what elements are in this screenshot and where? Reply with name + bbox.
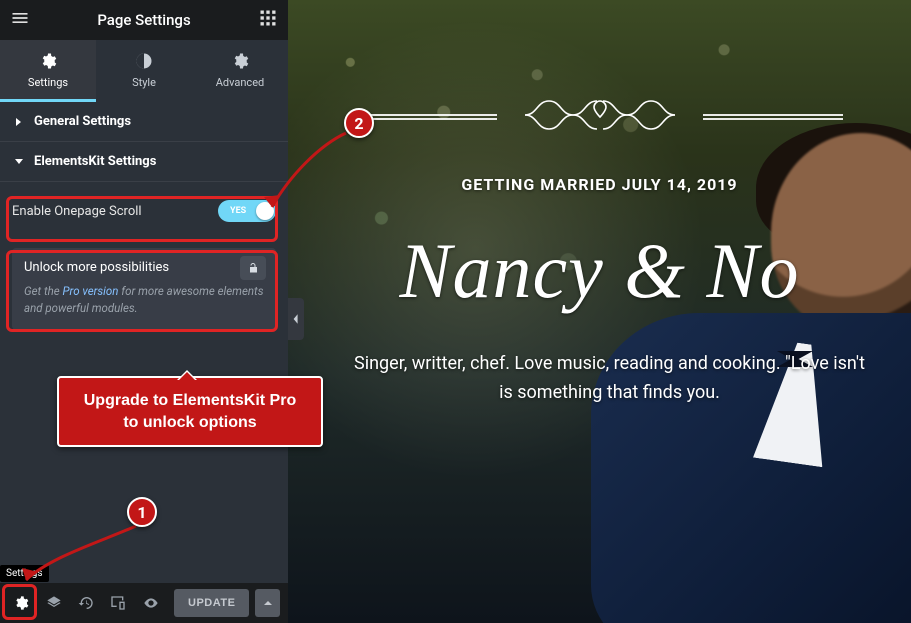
- promo-heading: Unlock more possibilities: [24, 260, 264, 275]
- annotation-callout: Upgrade to ElementsKit Pro to unlock opt…: [57, 376, 323, 447]
- section-title: General Settings: [34, 114, 131, 129]
- tab-advanced[interactable]: Advanced: [192, 40, 288, 102]
- update-button[interactable]: UPDATE: [174, 589, 249, 617]
- hero-content: GETTING MARRIED JULY 14, 2019 Nancy & No…: [288, 0, 911, 408]
- unlock-button[interactable]: [240, 256, 266, 280]
- pro-version-link[interactable]: Pro version: [63, 284, 119, 298]
- sidebar-topbar: Page Settings: [0, 0, 288, 40]
- pro-promo-box: Unlock more possibilities Get the Pro ve…: [12, 248, 276, 330]
- tab-label: Style: [132, 76, 156, 89]
- hero-date: GETTING MARRIED JULY 14, 2019: [288, 175, 911, 194]
- unlock-icon: [247, 262, 259, 274]
- annotation-badge-1: 1: [127, 497, 157, 527]
- ornament-line-left: [357, 114, 497, 120]
- responsive-icon: [110, 595, 126, 611]
- caret-up-icon: [263, 598, 273, 608]
- annotation-callout-text: Upgrade to ElementsKit Pro to unlock opt…: [84, 392, 296, 431]
- promo-wrapper: Unlock more possibilities Get the Pro ve…: [0, 248, 288, 346]
- sidebar-collapse-handle[interactable]: [288, 298, 304, 340]
- tab-style[interactable]: Style: [96, 40, 192, 102]
- update-options-button[interactable]: [255, 589, 280, 617]
- hero-names: Nancy & No: [288, 232, 911, 310]
- history-button[interactable]: [73, 589, 99, 617]
- annotation-arrow-1: [20, 522, 150, 592]
- control-label: Enable Onepage Scroll: [12, 204, 142, 219]
- annotation-badge-2: 2: [344, 108, 374, 138]
- layers-icon: [46, 595, 62, 611]
- ornament-center-icon: [515, 95, 685, 139]
- ornament-divider: [288, 95, 911, 139]
- section-general-settings[interactable]: General Settings: [0, 102, 288, 142]
- apps-icon[interactable]: [258, 8, 278, 32]
- section-body-ekit: Enable Onepage Scroll YES: [0, 182, 288, 240]
- navigator-button[interactable]: [40, 589, 66, 617]
- tabs-row: Settings Style Advanced: [0, 40, 288, 102]
- page-settings-button[interactable]: [8, 589, 34, 617]
- ornament-line-right: [703, 114, 843, 120]
- history-icon: [78, 595, 94, 611]
- promo-text: Get the Pro version for more awesome ele…: [24, 283, 264, 316]
- preview-button[interactable]: [138, 589, 164, 617]
- toggle-state-label: YES: [230, 206, 246, 216]
- responsive-button[interactable]: [105, 589, 131, 617]
- onepage-scroll-control: Enable Onepage Scroll YES: [12, 200, 276, 222]
- hero-tagline: Singer, writter, chef. Love music, readi…: [310, 350, 890, 408]
- tab-label: Settings: [28, 76, 68, 89]
- section-title: ElementsKit Settings: [34, 154, 156, 169]
- preview-canvas[interactable]: GETTING MARRIED JULY 14, 2019 Nancy & No…: [288, 0, 911, 623]
- gear-icon: [13, 595, 29, 611]
- annotation-arrow-2: [260, 125, 360, 215]
- tab-label: Advanced: [216, 76, 264, 89]
- eye-icon: [143, 595, 159, 611]
- sidebar-title: Page Settings: [97, 11, 190, 29]
- chevron-left-icon: [292, 313, 300, 325]
- section-elementskit-settings[interactable]: ElementsKit Settings: [0, 142, 288, 182]
- menu-icon[interactable]: [10, 8, 30, 32]
- tab-settings[interactable]: Settings: [0, 40, 96, 102]
